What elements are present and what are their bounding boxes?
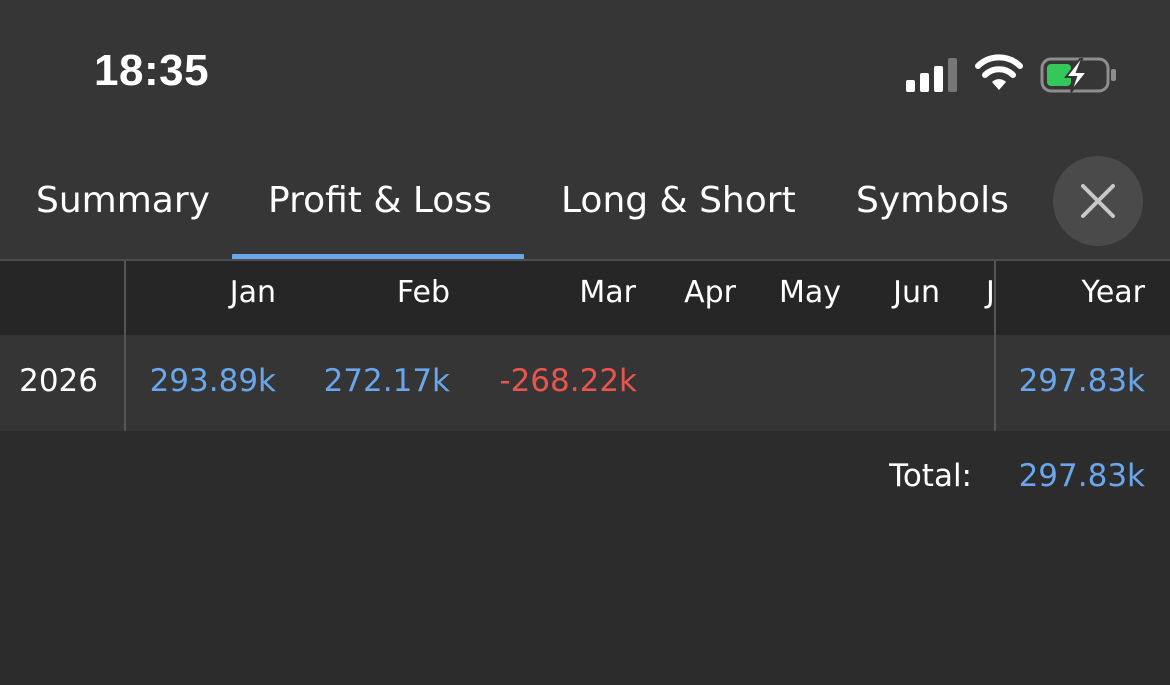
screen: 18:35 Summary Profit & Loss Long & Short… bbox=[0, 0, 1170, 685]
tab-symbols[interactable]: Symbols bbox=[856, 180, 1009, 260]
tab-long-short[interactable]: Long & Short bbox=[561, 180, 796, 260]
column-header-mar: Mar bbox=[579, 275, 636, 310]
column-divider-right bbox=[994, 261, 996, 431]
tab-summary[interactable]: Summary bbox=[36, 180, 210, 260]
column-header-jan: Jan bbox=[229, 275, 276, 310]
signal-bars-icon bbox=[906, 58, 957, 92]
cell-year-total: 297.83k bbox=[1018, 363, 1145, 399]
cell-mar: -268.22k bbox=[499, 363, 637, 399]
column-header-year: Year bbox=[1081, 275, 1145, 310]
wifi-icon bbox=[975, 54, 1023, 90]
column-header-may: May bbox=[778, 275, 841, 310]
column-divider-left bbox=[124, 261, 126, 431]
column-header-jul-partial: J bbox=[986, 275, 994, 310]
status-bar: 18:35 bbox=[0, 0, 1170, 140]
tab-bar: Summary Profit & Loss Long & Short Symbo… bbox=[0, 140, 1170, 260]
column-header-jun: Jun bbox=[893, 275, 940, 310]
column-header-clip: J bbox=[960, 261, 994, 335]
total-value: 297.83k bbox=[1018, 458, 1145, 494]
close-button[interactable] bbox=[1053, 156, 1143, 246]
tab-profit-loss[interactable]: Profit & Loss bbox=[268, 180, 492, 260]
cell-feb: 272.17k bbox=[323, 363, 450, 399]
column-header-feb: Feb bbox=[396, 275, 450, 310]
total-label: Total: bbox=[889, 458, 972, 494]
battery-charging-icon bbox=[1040, 57, 1116, 93]
column-header-apr: Apr bbox=[684, 275, 736, 310]
status-time: 18:35 bbox=[94, 46, 210, 95]
close-icon bbox=[1081, 184, 1115, 218]
row-label-year: 2026 bbox=[19, 363, 98, 399]
cell-jan: 293.89k bbox=[149, 363, 276, 399]
